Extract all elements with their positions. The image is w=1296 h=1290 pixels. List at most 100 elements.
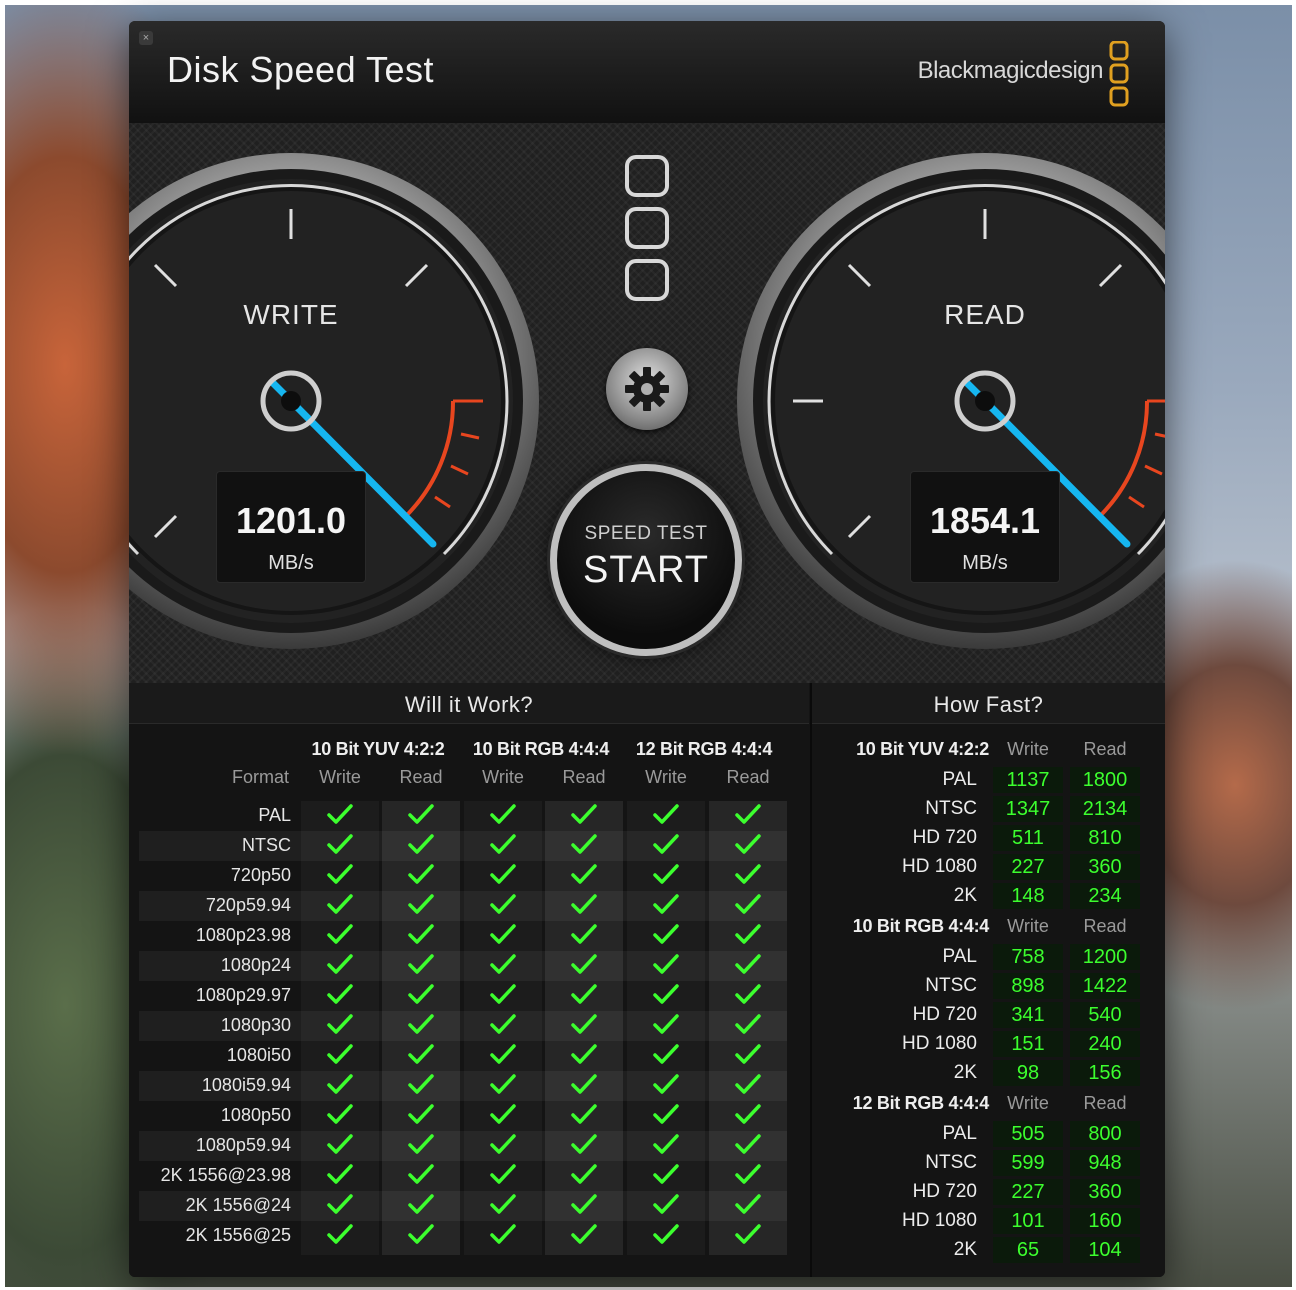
- how-fast-read-value: 800: [1070, 1121, 1140, 1147]
- how-fast-read-header: Read: [1083, 1093, 1127, 1113]
- format-label: 1080p30: [220, 1015, 291, 1035]
- check-icon: [327, 984, 353, 1004]
- check-icon: [327, 1014, 353, 1034]
- check-icon: [408, 954, 434, 974]
- how-fast-format-label: HD 720: [912, 827, 977, 848]
- format-label: 720p50: [230, 865, 291, 885]
- how-fast-format-label: 2K: [953, 885, 977, 906]
- format-column-header: Format: [231, 767, 289, 787]
- check-icon: [571, 1044, 597, 1064]
- check-icon: [571, 954, 597, 974]
- format-group-header: 10 Bit RGB 4:4:4: [472, 739, 610, 759]
- section-divider: [810, 683, 812, 1277]
- title-bar: × Disk Speed Test Blackmagicdesign: [129, 21, 1165, 124]
- check-icon: [653, 954, 679, 974]
- how-fast-read-value: 360: [1070, 1179, 1140, 1205]
- check-icon: [653, 1134, 679, 1154]
- format-label: 1080p24: [220, 955, 291, 975]
- check-icon: [490, 834, 516, 854]
- check-icon: [571, 1134, 597, 1154]
- how-fast-write-value: 151: [993, 1031, 1063, 1057]
- start-button[interactable]: SPEED TEST START: [550, 464, 742, 656]
- check-icon: [735, 1194, 761, 1214]
- check-icon: [571, 864, 597, 884]
- check-icon: [490, 924, 516, 944]
- how-fast-write-value: 1137: [993, 767, 1063, 793]
- results-panel: Will it Work? How Fast? 10 Bit YUV 4:2:2…: [129, 683, 1165, 1277]
- check-icon: [571, 894, 597, 914]
- close-button[interactable]: ×: [139, 31, 153, 45]
- blackmagic-logo-icon: [1109, 41, 1129, 107]
- check-icon: [490, 894, 516, 914]
- how-fast-write-value: 898: [993, 973, 1063, 999]
- how-fast-read-value: 810: [1070, 825, 1140, 851]
- how-fast-group-header: 10 Bit RGB 4:4:4: [852, 916, 990, 936]
- check-icon: [327, 924, 353, 944]
- how-fast-format-label: PAL: [942, 769, 977, 790]
- how-fast-write-value: 227: [993, 1179, 1063, 1205]
- check-icon: [490, 1164, 516, 1184]
- check-column-header: Read: [399, 767, 443, 787]
- how-fast-header: How Fast?: [812, 683, 1165, 724]
- how-fast-format-label: HD 1080: [902, 856, 977, 877]
- brand-name: Blackmagicdesign: [917, 57, 1104, 84]
- check-icon: [327, 834, 353, 854]
- check-icon: [735, 834, 761, 854]
- blackmagic-center-logo-icon: [625, 155, 669, 301]
- how-fast-read-value: 156: [1070, 1060, 1140, 1086]
- how-fast-format-label: PAL: [942, 1123, 977, 1144]
- check-icon: [408, 1194, 434, 1214]
- check-icon: [653, 1014, 679, 1034]
- check-icon: [735, 1104, 761, 1124]
- format-label: 720p59.94: [205, 895, 291, 915]
- check-icon: [408, 834, 434, 854]
- how-fast-format-label: 2K: [953, 1239, 977, 1260]
- how-fast-format-label: NTSC: [925, 1152, 977, 1173]
- format-group-header: 10 Bit YUV 4:2:2: [311, 739, 445, 759]
- check-icon: [327, 1044, 353, 1064]
- format-label: 2K 1556@25: [185, 1225, 291, 1245]
- how-fast-format-label: HD 1080: [902, 1033, 977, 1054]
- check-column-header: Read: [726, 767, 770, 787]
- read-speed-unit: MB/s: [962, 552, 1008, 574]
- check-icon: [408, 1044, 434, 1064]
- format-label: 1080p29.97: [195, 985, 291, 1005]
- check-icon: [408, 804, 434, 824]
- check-icon: [327, 954, 353, 974]
- check-icon: [653, 1104, 679, 1124]
- check-icon: [653, 924, 679, 944]
- how-fast-format-label: HD 720: [912, 1181, 977, 1202]
- check-icon: [571, 1104, 597, 1124]
- app-title: Disk Speed Test: [167, 49, 434, 90]
- gear-icon: [625, 367, 669, 411]
- gauge-panel: WRITE 1201.0 MB/s READ 1854.1 MB/s SPEED…: [129, 123, 1165, 683]
- how-fast-read-value: 104: [1070, 1237, 1140, 1263]
- write-readout: 1201.0 MB/s: [216, 471, 366, 583]
- check-icon: [735, 924, 761, 944]
- how-fast-read-value: 1422: [1070, 973, 1140, 999]
- format-label: 1080i50: [226, 1045, 291, 1065]
- format-label: 2K 1556@23.98: [160, 1165, 291, 1185]
- check-icon: [735, 984, 761, 1004]
- how-fast-format-label: HD 720: [912, 1004, 977, 1025]
- check-icon: [327, 1194, 353, 1214]
- how-fast-format-label: PAL: [942, 946, 977, 967]
- check-icon: [408, 1074, 434, 1094]
- check-icon: [327, 894, 353, 914]
- check-column-header: Write: [319, 767, 361, 787]
- format-label: 2K 1556@24: [185, 1195, 291, 1215]
- check-icon: [653, 1224, 679, 1244]
- check-icon: [490, 1014, 516, 1034]
- write-gauge: WRITE 1201.0 MB/s: [129, 151, 541, 651]
- settings-button[interactable]: [606, 348, 688, 430]
- check-column-header: Read: [562, 767, 606, 787]
- how-fast-write-value: 1347: [993, 796, 1063, 822]
- check-icon: [408, 924, 434, 944]
- how-fast-write-header: Write: [1007, 1093, 1049, 1113]
- check-icon: [571, 1194, 597, 1214]
- check-icon: [653, 1194, 679, 1214]
- start-button-label: START: [582, 549, 710, 591]
- check-column-header: Write: [482, 767, 524, 787]
- check-icon: [735, 804, 761, 824]
- how-fast-write-value: 341: [993, 1002, 1063, 1028]
